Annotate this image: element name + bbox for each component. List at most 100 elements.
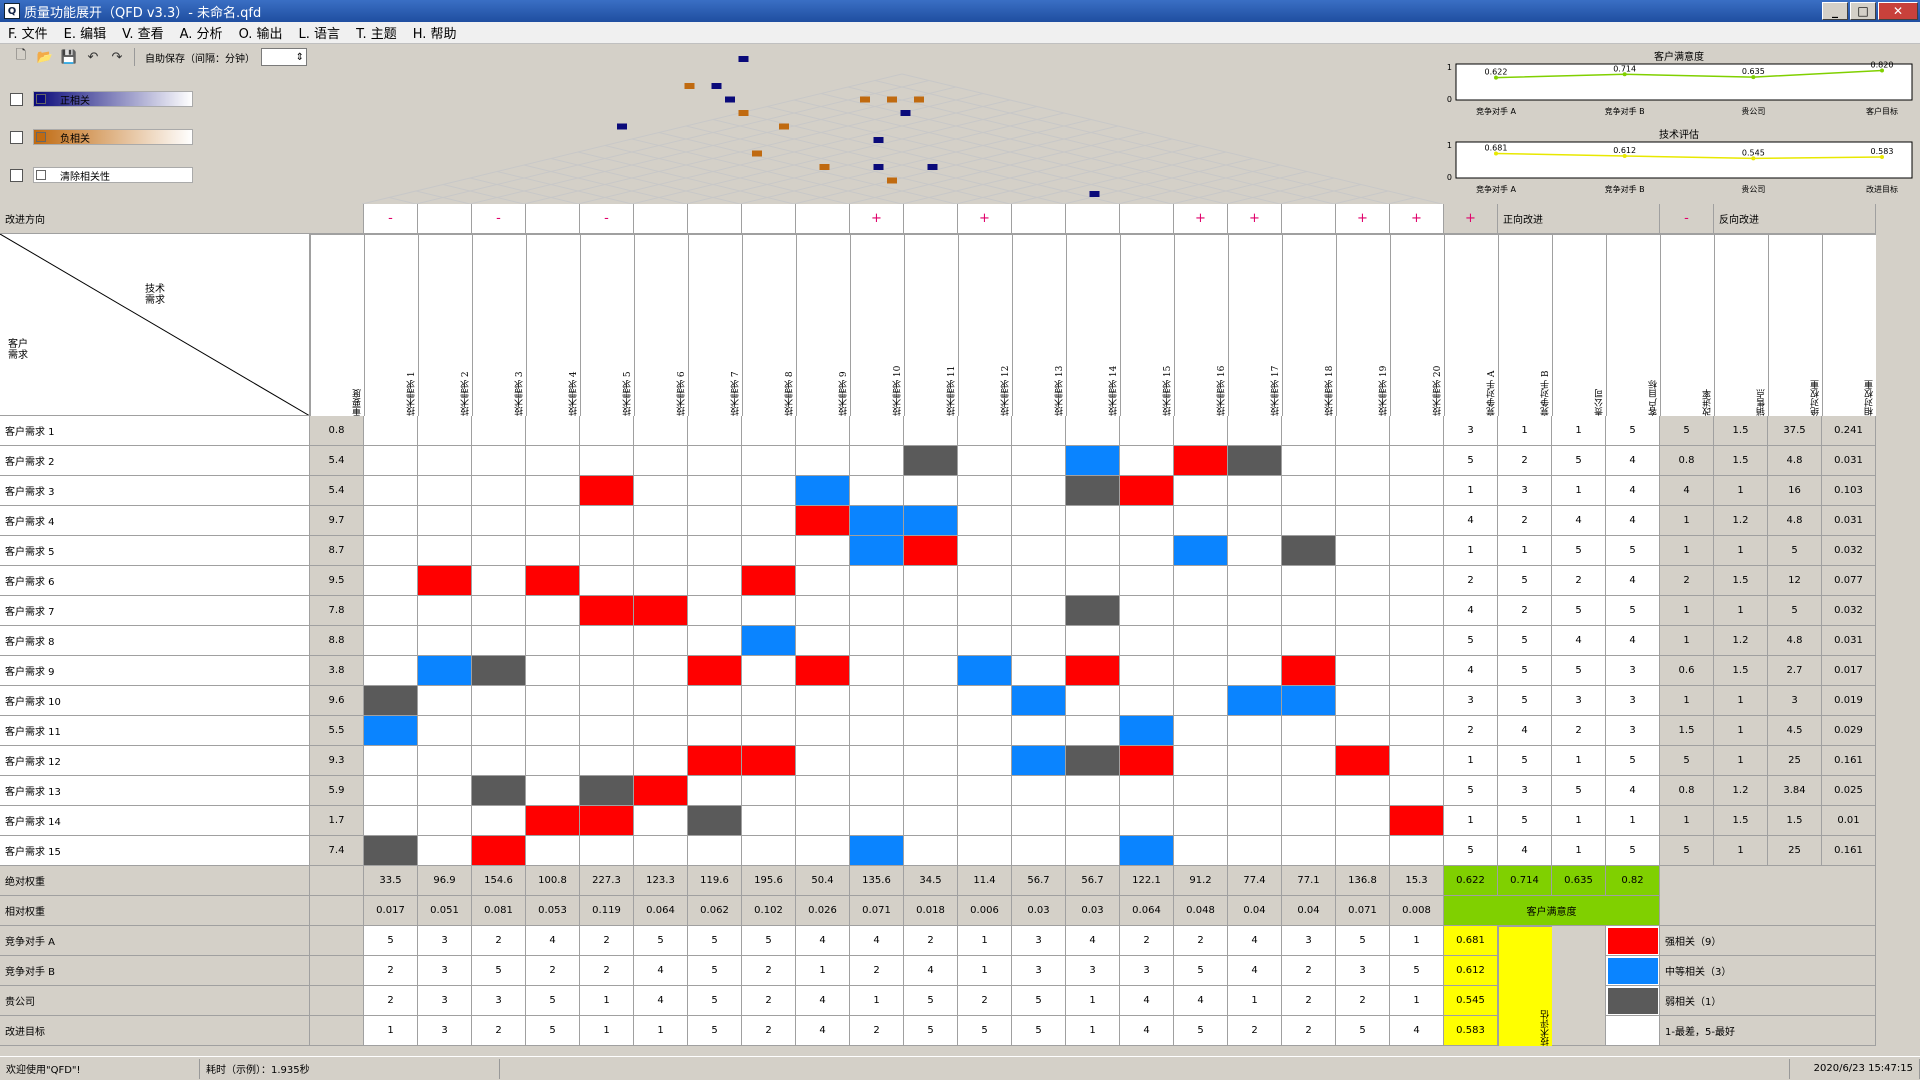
relationship-cell[interactable] <box>796 806 850 836</box>
tech-req-header[interactable]: 技术需求 13 <box>1012 234 1066 416</box>
customer-req-label[interactable]: 客户需求 10 <box>0 686 310 716</box>
relationship-cell-filled[interactable] <box>580 596 634 626</box>
relationship-cell[interactable] <box>958 416 1012 446</box>
relationship-cell-filled[interactable] <box>1282 686 1336 716</box>
evaluation-value[interactable]: 1 <box>1444 746 1498 776</box>
customer-req-label[interactable]: 客户需求 5 <box>0 536 310 566</box>
relationship-cell[interactable] <box>1120 596 1174 626</box>
bottom-row-value[interactable]: 2 <box>1282 956 1336 986</box>
new-file-icon[interactable]: 🗋 <box>10 47 32 67</box>
relationship-cell[interactable] <box>472 506 526 536</box>
bottom-row-value[interactable]: 5 <box>1336 926 1390 956</box>
relationship-cell[interactable] <box>1228 596 1282 626</box>
positive-correlation-mark[interactable] <box>617 123 627 130</box>
relationship-cell-filled[interactable] <box>634 596 688 626</box>
relationship-cell[interactable] <box>472 686 526 716</box>
relationship-cell[interactable] <box>364 806 418 836</box>
relationship-cell[interactable] <box>364 446 418 476</box>
relationship-cell[interactable] <box>1012 446 1066 476</box>
tech-req-header[interactable]: 技术需求 7 <box>688 234 742 416</box>
bottom-row-value[interactable]: 3 <box>1066 956 1120 986</box>
relationship-cell[interactable] <box>1174 656 1228 686</box>
relationship-cell[interactable] <box>688 716 742 746</box>
evaluation-value[interactable]: 5 <box>1552 596 1606 626</box>
relationship-cell[interactable] <box>1336 806 1390 836</box>
evaluation-value[interactable]: 1 <box>1552 416 1606 446</box>
relationship-cell[interactable] <box>634 746 688 776</box>
positive-correlation-mark[interactable] <box>927 164 938 170</box>
relationship-cell[interactable] <box>1390 536 1444 566</box>
relationship-cell[interactable] <box>1066 536 1120 566</box>
relationship-cell-filled[interactable] <box>1120 476 1174 506</box>
relationship-cell[interactable] <box>1120 506 1174 536</box>
relationship-cell[interactable] <box>1066 836 1120 866</box>
bottom-row-value[interactable]: 4 <box>1174 986 1228 1016</box>
relationship-cell[interactable] <box>904 716 958 746</box>
evaluation-value[interactable]: 4 <box>1552 626 1606 656</box>
bottom-row-value[interactable]: 4 <box>796 926 850 956</box>
relationship-cell[interactable] <box>472 596 526 626</box>
direction-cell[interactable]: + <box>1174 204 1228 234</box>
bottom-row-value[interactable]: 2 <box>1282 986 1336 1016</box>
relationship-cell[interactable] <box>1174 416 1228 446</box>
relationship-cell[interactable] <box>1120 776 1174 806</box>
relationship-cell[interactable] <box>1282 446 1336 476</box>
importance-value[interactable]: 5.4 <box>310 446 364 476</box>
relationship-cell[interactable] <box>1066 686 1120 716</box>
relationship-cell[interactable] <box>418 416 472 446</box>
negative-correlation-mark[interactable] <box>752 150 762 157</box>
customer-req-label[interactable]: 客户需求 6 <box>0 566 310 596</box>
open-folder-icon[interactable]: 📂 <box>34 47 56 67</box>
relationship-cell-filled[interactable] <box>1120 746 1174 776</box>
relationship-cell[interactable] <box>796 596 850 626</box>
customer-req-label[interactable]: 客户需求 13 <box>0 776 310 806</box>
relationship-cell[interactable] <box>1282 626 1336 656</box>
bottom-row-value[interactable]: 3 <box>418 1016 472 1046</box>
relationship-cell-filled[interactable] <box>418 656 472 686</box>
relationship-cell[interactable] <box>1336 836 1390 866</box>
relationship-cell[interactable] <box>958 536 1012 566</box>
evaluation-value[interactable]: 3 <box>1444 686 1498 716</box>
relationship-cell[interactable] <box>418 506 472 536</box>
relationship-cell[interactable] <box>796 776 850 806</box>
tech-req-header[interactable]: 技术需求 4 <box>526 234 580 416</box>
relationship-cell[interactable] <box>1120 536 1174 566</box>
evaluation-value[interactable]: 4 <box>1444 596 1498 626</box>
evaluation-value[interactable]: 4 <box>1606 566 1660 596</box>
direction-cell[interactable]: + <box>1390 204 1444 234</box>
relationship-cell[interactable] <box>688 596 742 626</box>
relationship-cell-filled[interactable] <box>1066 476 1120 506</box>
relationship-cell[interactable] <box>796 566 850 596</box>
bottom-row-value[interactable]: 2 <box>580 926 634 956</box>
relationship-cell-filled[interactable] <box>472 656 526 686</box>
relationship-cell[interactable] <box>526 596 580 626</box>
relationship-cell-filled[interactable] <box>904 506 958 536</box>
bottom-row-value[interactable]: 3 <box>418 986 472 1016</box>
evaluation-value[interactable]: 1 <box>1498 416 1552 446</box>
bottom-row-value[interactable]: 1 <box>958 926 1012 956</box>
relationship-cell-filled[interactable] <box>1012 686 1066 716</box>
customer-req-label[interactable]: 客户需求 14 <box>0 806 310 836</box>
relationship-cell[interactable] <box>1174 566 1228 596</box>
relationship-cell[interactable] <box>850 596 904 626</box>
positive-correlation-mark[interactable] <box>873 137 884 143</box>
relationship-cell[interactable] <box>904 416 958 446</box>
relationship-cell[interactable] <box>742 476 796 506</box>
relationship-cell[interactable] <box>1336 536 1390 566</box>
bottom-row-value[interactable]: 4 <box>634 956 688 986</box>
direction-cell[interactable]: - <box>472 204 526 234</box>
evaluation-value[interactable]: 5 <box>1552 776 1606 806</box>
relationship-cell[interactable] <box>742 536 796 566</box>
relationship-cell[interactable] <box>958 506 1012 536</box>
relationship-cell[interactable] <box>1390 446 1444 476</box>
bottom-row-value[interactable]: 4 <box>1066 926 1120 956</box>
evaluation-value[interactable]: 3 <box>1606 686 1660 716</box>
evaluation-value[interactable]: 5 <box>1606 836 1660 866</box>
relationship-cell[interactable] <box>1174 506 1228 536</box>
menu-item[interactable]: E. 编辑 <box>56 23 114 42</box>
importance-value[interactable]: 7.4 <box>310 836 364 866</box>
evaluation-value[interactable]: 5 <box>1444 446 1498 476</box>
relationship-cell[interactable] <box>904 746 958 776</box>
relationship-cell[interactable] <box>742 806 796 836</box>
relationship-cell-filled[interactable] <box>580 476 634 506</box>
